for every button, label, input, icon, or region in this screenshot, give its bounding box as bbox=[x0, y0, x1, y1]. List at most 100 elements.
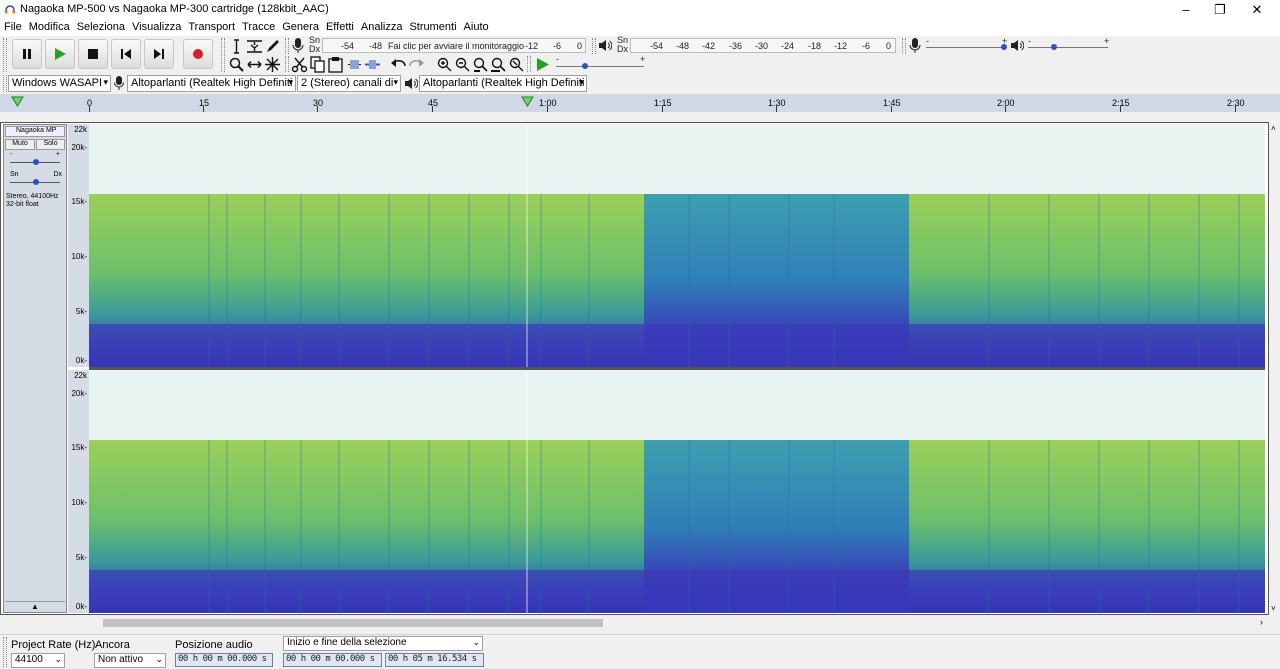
frequency-scale-left[interactable]: 22k 20k- 15k- 10k- 5k- 0k- bbox=[68, 124, 89, 367]
copy-icon[interactable] bbox=[309, 56, 326, 73]
chevron-down-icon: ▾ bbox=[579, 77, 584, 87]
silence-audio-icon[interactable] bbox=[364, 56, 381, 73]
fit-selection-icon[interactable] bbox=[472, 56, 489, 73]
playback-speed-slider[interactable]: - + bbox=[554, 54, 648, 72]
menu-select[interactable]: Seleziona bbox=[73, 19, 128, 33]
trim-audio-icon[interactable] bbox=[346, 56, 363, 73]
track-name-menu[interactable]: Nagaoka MP bbox=[5, 126, 65, 137]
slider-thumb[interactable] bbox=[33, 159, 39, 165]
spectrogram-right-channel[interactable] bbox=[89, 370, 1265, 613]
slider-thumb[interactable] bbox=[33, 179, 39, 185]
toolbar-grip[interactable] bbox=[3, 75, 7, 92]
record-meter[interactable]: -54 -48 Fai clic per avviare il monitora… bbox=[322, 38, 586, 53]
menu-tools[interactable]: Strumenti bbox=[405, 19, 459, 33]
toolbar-grip[interactable] bbox=[902, 38, 906, 54]
zoom-out-icon[interactable] bbox=[454, 56, 471, 73]
menu-help[interactable]: Aiuto bbox=[460, 19, 492, 33]
skip-start-button[interactable] bbox=[111, 39, 141, 69]
audio-host-select[interactable]: Windows WASAPI ▾ bbox=[8, 75, 111, 92]
freq-label: 10k- bbox=[71, 498, 87, 507]
frequency-scale-right[interactable]: 22k 20k- 15k- 10k- 5k- 0k- bbox=[68, 370, 89, 613]
channels-select[interactable]: 2 (Stereo) canali di ▾ bbox=[297, 75, 401, 92]
pan-slider[interactable]: Sn Dx bbox=[8, 171, 62, 187]
rec-meter-prompt: Fai clic per avviare il monitoraggio bbox=[388, 41, 525, 51]
stop-icon bbox=[88, 49, 98, 59]
toolbar-grip[interactable] bbox=[592, 38, 596, 54]
selection-tool-icon[interactable] bbox=[228, 38, 245, 55]
skip-end-button[interactable] bbox=[144, 39, 174, 69]
cut-icon[interactable] bbox=[291, 56, 308, 73]
toolbar-grip[interactable] bbox=[527, 56, 531, 72]
play-at-speed-icon[interactable] bbox=[534, 56, 551, 73]
pan-right: Dx bbox=[53, 171, 62, 178]
timeshift-tool-icon[interactable] bbox=[246, 56, 263, 73]
close-window-button[interactable]: ✕ bbox=[1234, 0, 1280, 19]
gain-slider[interactable]: - + bbox=[8, 151, 62, 167]
recording-device-select[interactable]: Altoparlanti (Realtek High Definiti ▾ bbox=[127, 75, 296, 92]
toolbar-grip[interactable] bbox=[285, 56, 289, 72]
menu-effects[interactable]: Effetti bbox=[322, 19, 357, 33]
timeline-ruler[interactable]: 0 15 30 45 1:00 1:15 1:30 1:45 2:00 2:15… bbox=[0, 94, 1280, 112]
collapse-track-button[interactable]: ▲ bbox=[5, 601, 65, 611]
multi-tool-icon[interactable] bbox=[264, 56, 281, 73]
toolbar-grip[interactable] bbox=[285, 38, 289, 54]
record-button[interactable] bbox=[183, 39, 213, 69]
zoom-toggle-icon[interactable] bbox=[508, 56, 525, 73]
mute-button[interactable]: Muto bbox=[5, 139, 35, 150]
freq-label: 20k- bbox=[71, 389, 87, 398]
toolbar-grip[interactable] bbox=[3, 637, 7, 667]
pause-button[interactable] bbox=[12, 39, 42, 69]
ruler-tick: 2:30 bbox=[1227, 98, 1245, 108]
play-button[interactable] bbox=[45, 39, 75, 69]
scroll-up-icon[interactable]: ˄ bbox=[1271, 124, 1276, 133]
selection-end-field[interactable]: 00 h 05 m 16.534 s bbox=[385, 653, 484, 667]
paste-icon[interactable] bbox=[327, 56, 344, 73]
play-position-marker-icon[interactable] bbox=[521, 96, 534, 108]
scroll-right-icon[interactable]: › bbox=[1260, 617, 1263, 627]
toolbar-grip[interactable] bbox=[221, 38, 225, 72]
snap-select[interactable]: Non attivo ⌄ bbox=[94, 653, 166, 668]
ruler-tick: 2:00 bbox=[997, 98, 1015, 108]
menu-tracks[interactable]: Tracce bbox=[238, 19, 278, 33]
scrollbar-thumb[interactable] bbox=[103, 619, 603, 627]
menu-generate[interactable]: Genera bbox=[278, 19, 322, 33]
menu-analyze[interactable]: Analizza bbox=[357, 19, 406, 33]
ruler-tick: 1:45 bbox=[883, 98, 901, 108]
slider-thumb[interactable] bbox=[1051, 44, 1057, 50]
stop-button[interactable] bbox=[78, 39, 108, 69]
toolbar-grip[interactable] bbox=[3, 38, 7, 72]
play-head-marker-icon[interactable] bbox=[11, 96, 24, 108]
audio-host-value: Windows WASAPI bbox=[12, 77, 103, 89]
fit-project-icon[interactable] bbox=[490, 56, 507, 73]
spectrogram-left-channel[interactable] bbox=[89, 124, 1265, 367]
menu-view[interactable]: Visualizza bbox=[128, 19, 184, 33]
zoom-in-icon[interactable] bbox=[436, 56, 453, 73]
playback-device-select[interactable]: Altoparlanti (Realtek High Definiti ▾ bbox=[419, 75, 587, 92]
playback-volume-slider[interactable]: - + bbox=[1026, 36, 1112, 53]
selection-mode-select[interactable]: Inizio e fine della selezione ⌄ bbox=[283, 636, 483, 651]
record-volume-slider[interactable]: - + bbox=[924, 36, 1010, 53]
chevron-down-icon: ▾ bbox=[393, 77, 398, 87]
slider-thumb[interactable] bbox=[582, 63, 588, 69]
solo-button[interactable]: Solo bbox=[36, 139, 65, 150]
redo-icon[interactable] bbox=[408, 56, 425, 73]
selection-start-field[interactable]: 00 h 00 m 00.000 s bbox=[283, 653, 382, 667]
draw-tool-icon[interactable] bbox=[264, 38, 281, 55]
project-rate-value: 44100 bbox=[15, 654, 43, 665]
zoom-tool-icon[interactable] bbox=[228, 56, 245, 73]
menu-file[interactable]: File bbox=[0, 19, 25, 33]
scroll-down-icon[interactable]: ˅ bbox=[1271, 604, 1276, 613]
slider-track bbox=[1028, 47, 1108, 48]
playback-meter[interactable]: -54 -48 -42 -36 -30 -24 -18 -12 -6 0 bbox=[630, 38, 896, 53]
menu-edit[interactable]: Modifica bbox=[25, 19, 73, 33]
vertical-scrollbar[interactable]: ˄ ˅ bbox=[1269, 122, 1280, 615]
selection-toolbar: Project Rate (Hz) 44100 ⌄ Ancora Non atti… bbox=[0, 634, 1280, 669]
envelope-tool-icon[interactable] bbox=[246, 38, 263, 55]
audio-position-field[interactable]: 00 h 00 m 00.000 s bbox=[175, 653, 273, 667]
menu-transport[interactable]: Transport bbox=[184, 19, 238, 33]
slider-thumb[interactable] bbox=[1001, 44, 1007, 50]
project-rate-select[interactable]: 44100 ⌄ bbox=[11, 653, 65, 668]
undo-icon[interactable] bbox=[390, 56, 407, 73]
play-meter-tick: -18 bbox=[808, 41, 822, 51]
horizontal-scrollbar[interactable]: › bbox=[89, 617, 1265, 629]
